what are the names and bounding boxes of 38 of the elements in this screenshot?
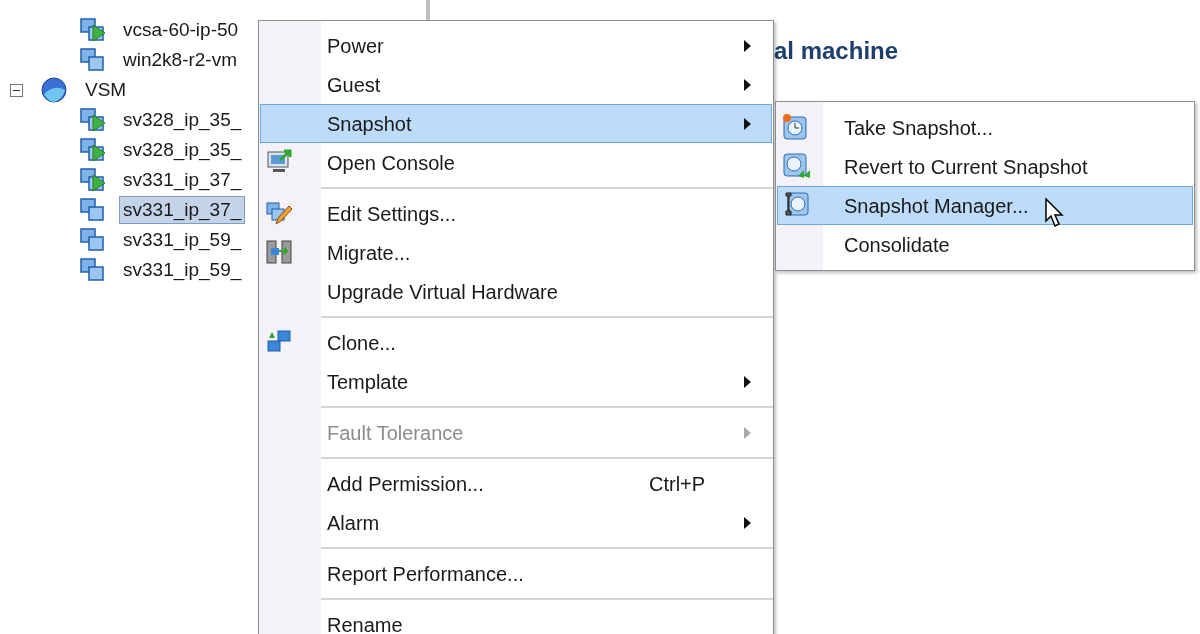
console-icon bbox=[266, 149, 293, 175]
tree-item[interactable]: sv328_ip_35_ bbox=[119, 136, 246, 164]
menu-item[interactable]: Take Snapshot... bbox=[777, 108, 1193, 147]
tree-item[interactable]: sv328_ip_35_ bbox=[119, 106, 246, 134]
tree-item[interactable]: VSM bbox=[81, 76, 131, 104]
menu-item[interactable]: Snapshot bbox=[260, 104, 772, 143]
cursor-icon bbox=[1045, 198, 1067, 228]
menu-item[interactable]: Snapshot Manager... bbox=[777, 186, 1193, 225]
tree-item[interactable]: sv331_ip_59_ bbox=[119, 256, 246, 284]
menu-item[interactable]: Consolidate bbox=[777, 225, 1193, 264]
tree-item[interactable]: win2k8-r2-vm bbox=[119, 46, 242, 74]
menu-item[interactable]: Alarm bbox=[260, 503, 772, 542]
camera-clock-icon bbox=[782, 113, 810, 141]
menu-item[interactable]: Migrate... bbox=[260, 233, 772, 272]
shortcut-text: Ctrl+P bbox=[649, 471, 706, 497]
tree-item[interactable]: sv331_ip_37_ bbox=[119, 166, 246, 194]
menu-item[interactable]: Rename bbox=[260, 605, 772, 634]
menu-item[interactable]: Open Console bbox=[260, 143, 772, 182]
rewind-clock-icon bbox=[782, 152, 810, 180]
tree-item[interactable]: vcsa-60-ip-50 bbox=[119, 16, 243, 44]
clone-icon bbox=[266, 329, 293, 355]
tree-item[interactable]: sv331_ip_37_ bbox=[119, 196, 246, 224]
migrate-icon bbox=[266, 239, 293, 265]
menu-item[interactable]: Edit Settings... bbox=[260, 194, 772, 233]
menu-item[interactable]: Clone... bbox=[260, 323, 772, 362]
menu-item[interactable]: Power bbox=[260, 26, 772, 65]
menu-item[interactable]: Template bbox=[260, 362, 772, 401]
tree-item[interactable]: sv331_ip_59_ bbox=[119, 226, 246, 254]
menu-item[interactable]: Revert to Current Snapshot bbox=[777, 147, 1193, 186]
collapse-icon[interactable] bbox=[10, 83, 23, 97]
edit-icon bbox=[266, 200, 293, 226]
globe-icon bbox=[40, 76, 68, 104]
menu-item[interactable]: Report Performance... bbox=[260, 554, 772, 593]
menu-item[interactable]: Add Permission... Ctrl+P bbox=[260, 464, 772, 503]
page-heading: al machine bbox=[774, 36, 899, 66]
wrench-clock-icon bbox=[782, 191, 810, 219]
menu-item[interactable]: Guest bbox=[260, 65, 772, 104]
menu-item[interactable]: Upgrade Virtual Hardware bbox=[260, 272, 772, 311]
